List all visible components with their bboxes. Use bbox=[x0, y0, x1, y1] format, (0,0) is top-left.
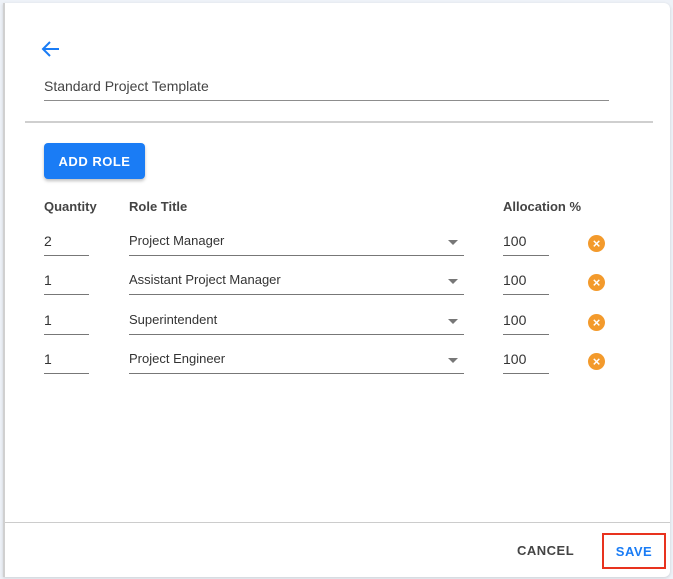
dropdown-caret-icon bbox=[448, 319, 458, 324]
role-title-value: Project Engineer bbox=[129, 351, 226, 366]
template-name-input[interactable]: Standard Project Template bbox=[44, 75, 609, 101]
quantity-input[interactable]: 2 bbox=[44, 228, 89, 256]
quantity-input[interactable]: 1 bbox=[44, 346, 89, 374]
quantity-input[interactable]: 1 bbox=[44, 307, 89, 335]
quantity-header: Quantity bbox=[44, 199, 97, 214]
back-arrow-icon[interactable] bbox=[41, 40, 61, 58]
role-title-value: Assistant Project Manager bbox=[129, 272, 281, 287]
role-row: 1 Project Engineer 100 × bbox=[5, 346, 670, 376]
role-title-select[interactable]: Project Manager bbox=[129, 228, 464, 256]
footer-divider bbox=[5, 522, 670, 523]
dropdown-caret-icon bbox=[448, 358, 458, 363]
quantity-input[interactable]: 1 bbox=[44, 267, 89, 295]
dropdown-caret-icon bbox=[448, 279, 458, 284]
allocation-input[interactable]: 100 bbox=[503, 307, 549, 335]
allocation-input[interactable]: 100 bbox=[503, 267, 549, 295]
role-row: 1 Assistant Project Manager 100 × bbox=[5, 267, 670, 297]
remove-role-icon[interactable]: × bbox=[588, 274, 605, 291]
role-row: 1 Superintendent 100 × bbox=[5, 307, 670, 337]
role-title-value: Project Manager bbox=[129, 233, 225, 248]
role-title-value: Superintendent bbox=[129, 312, 218, 327]
role-title-header: Role Title bbox=[129, 199, 188, 214]
allocation-input[interactable]: 100 bbox=[503, 346, 549, 374]
allocation-header: Allocation % bbox=[503, 199, 582, 214]
template-dialog: Standard Project Template ADD ROLE Quant… bbox=[3, 3, 670, 577]
divider bbox=[25, 121, 653, 123]
role-title-select[interactable]: Project Engineer bbox=[129, 346, 464, 374]
dropdown-caret-icon bbox=[448, 240, 458, 245]
add-role-button[interactable]: ADD ROLE bbox=[44, 143, 145, 179]
allocation-input[interactable]: 100 bbox=[503, 228, 549, 256]
remove-role-icon[interactable]: × bbox=[588, 235, 605, 252]
save-button[interactable]: SAVE bbox=[602, 533, 666, 569]
role-title-select[interactable]: Superintendent bbox=[129, 307, 464, 335]
remove-role-icon[interactable]: × bbox=[588, 353, 605, 370]
cancel-button[interactable]: CANCEL bbox=[517, 543, 574, 558]
remove-role-icon[interactable]: × bbox=[588, 314, 605, 331]
role-title-select[interactable]: Assistant Project Manager bbox=[129, 267, 464, 295]
role-row: 2 Project Manager 100 × bbox=[5, 228, 670, 258]
